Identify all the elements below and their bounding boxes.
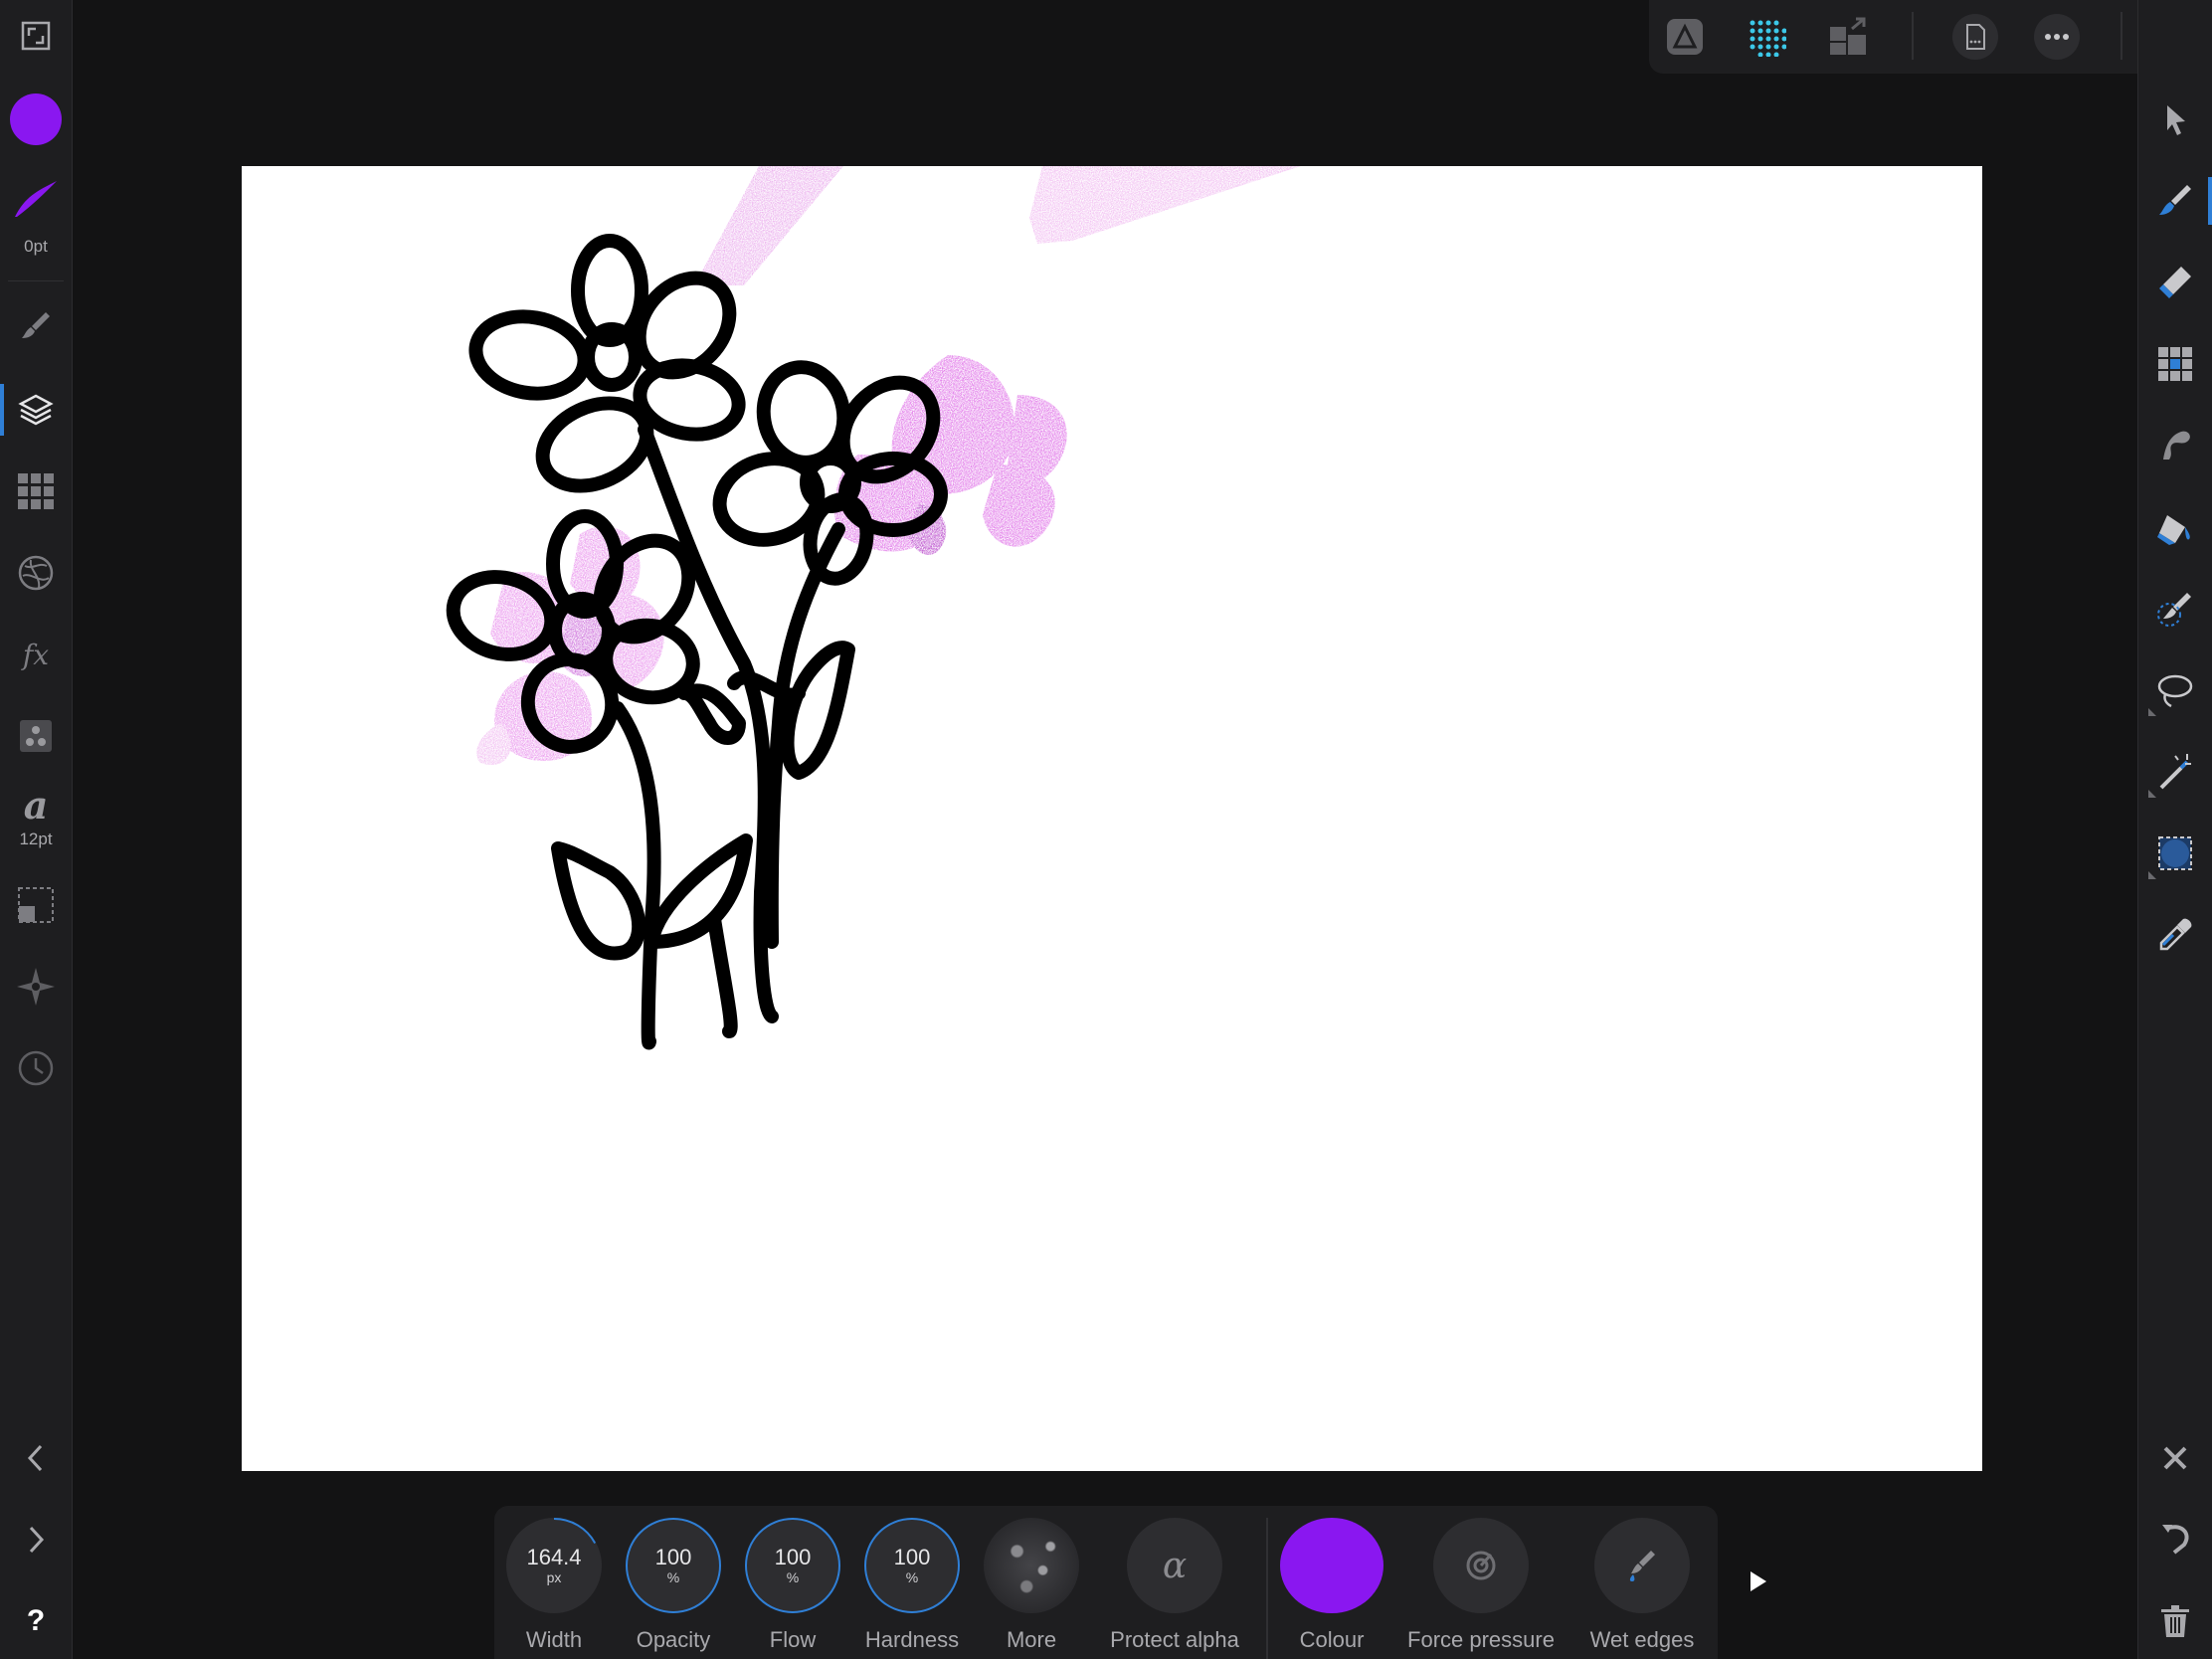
force-pressure-toggle[interactable]: Force pressure	[1401, 1518, 1561, 1659]
help-label: ?	[26, 1604, 46, 1637]
width-progress-ring	[506, 1518, 602, 1613]
adjustments-icon[interactable]	[6, 543, 66, 603]
flow-label: Flow	[769, 1627, 817, 1652]
export-persona-icon[interactable]	[1818, 7, 1878, 67]
document-icon[interactable]	[1945, 7, 2005, 67]
delete-icon[interactable]	[2145, 1591, 2205, 1651]
close-icon[interactable]	[2145, 1428, 2205, 1488]
opacity-value: 100	[654, 1545, 692, 1569]
flood-fill-tool[interactable]	[2145, 497, 2205, 557]
smudge-tool[interactable]	[2145, 416, 2205, 475]
pixel-tool[interactable]	[2145, 334, 2205, 394]
stroke-width-label: 0pt	[24, 237, 48, 256]
width-label: Width	[525, 1627, 583, 1652]
navigator-icon[interactable]	[6, 957, 66, 1016]
chevron-left-icon[interactable]	[6, 1428, 66, 1488]
top-toolbar	[1649, 0, 2138, 74]
more-icon[interactable]	[2027, 7, 2087, 67]
right-toolbar	[2137, 0, 2212, 1659]
styles-icon[interactable]	[6, 706, 66, 766]
pixel-persona-icon[interactable]	[1737, 7, 1796, 67]
width-control[interactable]: 164.4 px Width	[506, 1518, 602, 1659]
artwork	[446, 166, 1301, 1050]
layers-icon[interactable]	[6, 380, 66, 440]
wet-edges-icon	[1594, 1518, 1690, 1613]
expand-toolbar-icon[interactable]	[1739, 1562, 1778, 1601]
wet-edges-toggle[interactable]: Wet edges	[1570, 1518, 1714, 1659]
photo-persona-icon[interactable]	[1655, 7, 1715, 67]
text-size-label: 12pt	[19, 830, 53, 848]
brush-stroke-icon[interactable]	[6, 169, 66, 229]
selection-brush-tool[interactable]	[2145, 579, 2205, 639]
chevron-right-icon[interactable]	[6, 1510, 66, 1569]
hardness-value: 100	[893, 1545, 931, 1569]
pink-stroke	[694, 166, 843, 285]
colour-label: Colour	[1299, 1627, 1365, 1652]
hardness-unit: %	[905, 1569, 919, 1585]
flow-unit: %	[786, 1569, 800, 1585]
active-indicator	[0, 384, 4, 436]
move-tool[interactable]	[2145, 90, 2205, 149]
force-pressure-label: Force pressure	[1407, 1627, 1555, 1652]
tool-group-flag	[2148, 871, 2156, 879]
transform-icon[interactable]	[6, 875, 66, 935]
brush-studio-icon[interactable]	[6, 296, 66, 356]
history-icon[interactable]	[6, 1038, 66, 1098]
text-style-icon[interactable]: a	[6, 780, 66, 830]
active-tool-indicator	[2208, 177, 2212, 225]
brush-texture-preview	[984, 1518, 1079, 1613]
color-picker-tool[interactable]	[2145, 905, 2205, 965]
fx-icon[interactable]: fx	[6, 625, 66, 684]
paint-brush-tool[interactable]	[2145, 171, 2205, 231]
help-icon[interactable]: ?	[6, 1591, 66, 1651]
protect-alpha-toggle[interactable]: α Protect alpha	[1107, 1518, 1242, 1659]
undo-icon[interactable]	[2145, 1510, 2205, 1569]
opacity-unit: %	[666, 1569, 680, 1585]
tool-group-flag	[2148, 708, 2156, 716]
hardness-label: Hardness	[864, 1627, 960, 1652]
channels-grid-icon[interactable]	[6, 461, 66, 521]
tool-group-flag	[2148, 790, 2156, 798]
flow-control[interactable]: 100 % Flow	[745, 1518, 840, 1659]
left-sidebar: 0pt fx a 12pt ?	[0, 0, 73, 1659]
color-swatch[interactable]	[6, 90, 66, 149]
current-color-circle	[10, 93, 62, 145]
document-canvas[interactable]	[242, 166, 1982, 1471]
pressure-icon	[1433, 1518, 1529, 1613]
opacity-control[interactable]: 100 % Opacity	[626, 1518, 721, 1659]
flow-value: 100	[774, 1545, 812, 1569]
pink-stroke	[1029, 166, 1301, 244]
fullscreen-icon[interactable]	[6, 6, 66, 66]
opacity-label: Opacity	[636, 1627, 711, 1652]
erase-brush-tool[interactable]	[2145, 253, 2205, 312]
colour-control[interactable]: Colour	[1276, 1518, 1387, 1659]
protect-alpha-label: Protect alpha	[1110, 1627, 1239, 1652]
context-toolbar: 164.4 px Width 100 % Opacity 100 % Flow …	[494, 1506, 1718, 1659]
more-label: More	[1006, 1627, 1057, 1652]
more-brush-settings[interactable]: More	[984, 1518, 1079, 1659]
colour-swatch	[1280, 1518, 1383, 1613]
hardness-control[interactable]: 100 % Hardness	[864, 1518, 960, 1659]
wet-edges-label: Wet edges	[1589, 1627, 1695, 1652]
alpha-icon: α	[1127, 1518, 1222, 1613]
